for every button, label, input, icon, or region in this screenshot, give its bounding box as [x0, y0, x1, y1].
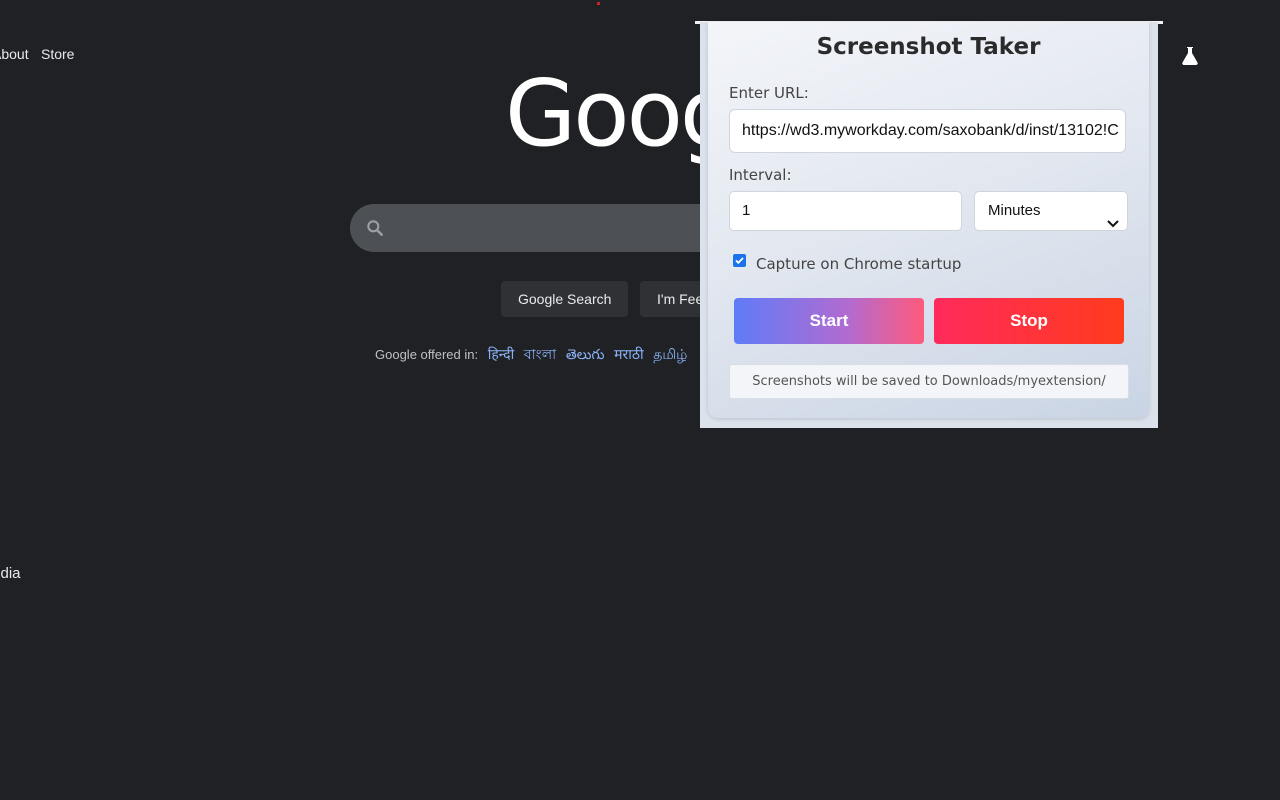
- nav-about-link[interactable]: About: [0, 46, 29, 62]
- popup-title: Screenshot Taker: [816, 34, 1041, 60]
- language-link-marathi[interactable]: मराठी: [614, 346, 643, 362]
- footer-country: India: [0, 565, 21, 582]
- extension-popup: Screenshot Taker Enter URL: https://wd3.…: [700, 22, 1158, 428]
- red-pixel-marker: [597, 2, 600, 5]
- check-icon: [735, 257, 744, 265]
- language-link-hindi[interactable]: हिन्दी: [488, 346, 514, 362]
- url-label: Enter URL:: [729, 84, 809, 102]
- offered-in: Google offered in: हिन्दी বাংলা తెలుగు म…: [375, 343, 687, 367]
- url-input[interactable]: https://wd3.myworkday.com/saxobank/d/ins…: [729, 109, 1126, 153]
- flask-icon[interactable]: [1178, 44, 1202, 68]
- language-link-telugu[interactable]: తెలుగు: [566, 346, 605, 362]
- interval-input[interactable]: 1: [729, 191, 962, 231]
- language-link-tamil[interactable]: தமிழ்: [653, 346, 687, 362]
- stop-button[interactable]: Stop: [934, 298, 1124, 344]
- search-icon: [365, 218, 385, 238]
- startup-checkbox-label[interactable]: Capture on Chrome startup: [756, 255, 961, 273]
- interval-unit-select[interactable]: Minutes: [974, 191, 1128, 231]
- offered-label: Google offered in:: [375, 347, 479, 362]
- save-location-info: Screenshots will be saved to Downloads/m…: [729, 364, 1129, 399]
- nav-store-link[interactable]: Store: [41, 46, 74, 62]
- startup-checkbox[interactable]: [733, 254, 746, 267]
- chevron-down-icon: [1107, 206, 1119, 228]
- language-link-bengali[interactable]: বাংলা: [524, 346, 556, 362]
- google-search-button[interactable]: Google Search: [501, 281, 629, 317]
- start-button[interactable]: Start: [734, 298, 924, 344]
- interval-unit-value: Minutes: [988, 202, 1041, 219]
- popup-card: Screenshot Taker Enter URL: https://wd3.…: [708, 22, 1149, 418]
- interval-label: Interval:: [729, 166, 792, 184]
